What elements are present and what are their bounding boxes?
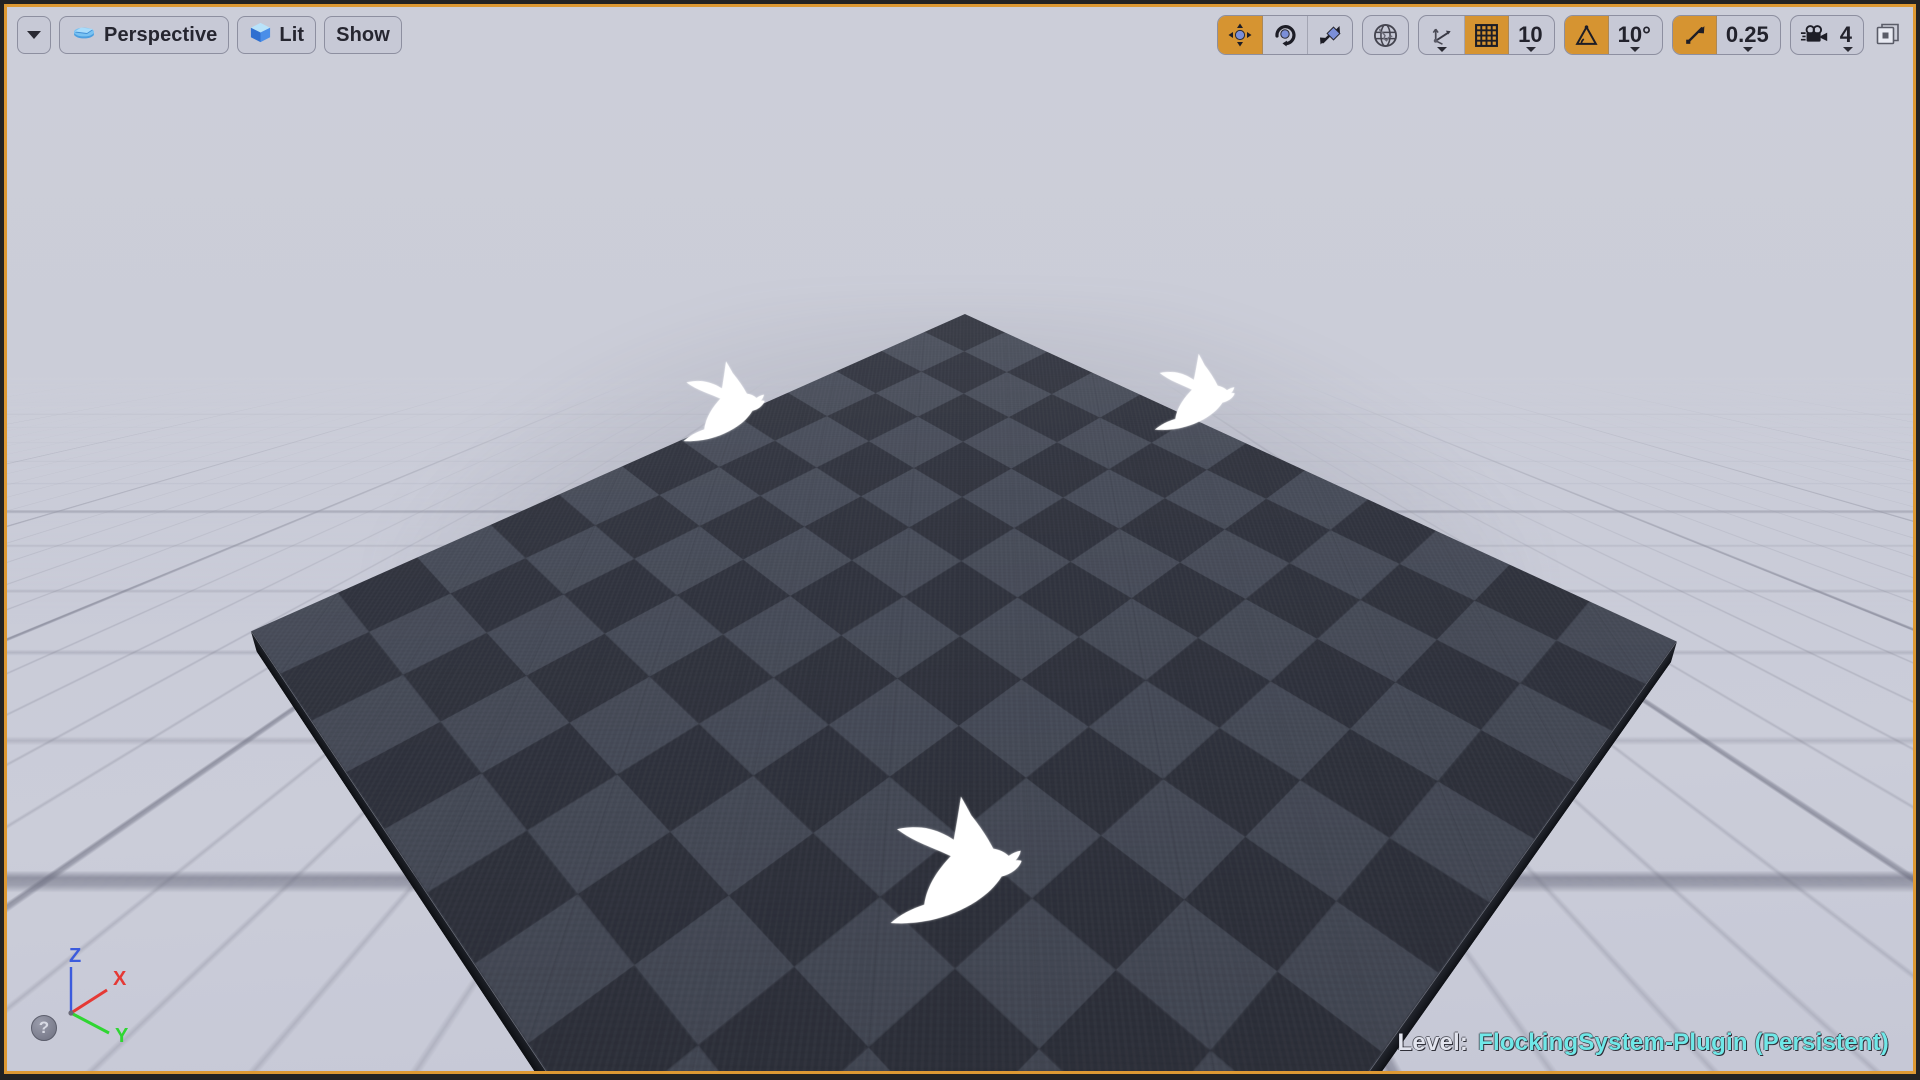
snapping-group: 10 <box>1418 15 1555 55</box>
surface-snap-icon <box>1432 28 1451 45</box>
rotation-snap-value: 10° <box>1617 22 1651 47</box>
rotation-snap-group: 10° <box>1563 15 1663 55</box>
maximize-viewport-button[interactable] <box>1873 20 1903 50</box>
x-axis-label: X <box>113 968 127 990</box>
translate-mode-button[interactable] <box>1218 16 1264 54</box>
lit-cube-icon <box>249 21 272 50</box>
ground-grid-major-lines <box>7 212 1913 369</box>
scale-snap-group: 0.25 <box>1671 15 1781 55</box>
dove-sprite-icon <box>1154 353 1235 430</box>
ground-grid <box>7 212 1913 1071</box>
bird-actor-2[interactable] <box>1143 346 1241 437</box>
rotate-gizmo-icon <box>1275 25 1296 47</box>
chevron-down-icon <box>1526 47 1537 52</box>
help-icon[interactable]: ? <box>31 1015 57 1041</box>
chevron-down-icon <box>1743 47 1754 52</box>
camera-mode-button[interactable]: Perspective <box>59 16 230 54</box>
rotation-snap-value-button[interactable]: 10° <box>1609 16 1662 54</box>
chevron-down-icon <box>1843 47 1853 52</box>
viewport-toolbar-right: 10 10° 0.25 4 <box>1217 15 1903 55</box>
checkered-floor-actor[interactable] <box>250 313 1678 1071</box>
grid-snap-toggle-button[interactable] <box>1465 16 1510 54</box>
show-menu-label: Show <box>336 23 390 46</box>
scale-snap-icon <box>1686 25 1705 44</box>
surface-snap-button[interactable] <box>1419 16 1466 54</box>
level-viewport[interactable]: Perspective Lit Show 10 10° 0.25 4 ? Z X… <box>4 4 1916 1074</box>
scale-gizmo-icon <box>1320 26 1341 45</box>
rotate-mode-button[interactable] <box>1263 16 1309 54</box>
scale-mode-button[interactable] <box>1308 16 1352 54</box>
floor-edge-front <box>250 631 945 1071</box>
show-menu-button[interactable]: Show <box>324 16 402 54</box>
grid-snap-icon <box>1475 23 1499 47</box>
camera-speed-value: 4 <box>1839 22 1852 47</box>
z-axis-label: Z <box>69 945 81 967</box>
rotation-snap-toggle-button[interactable] <box>1564 16 1609 54</box>
horizon-haze <box>7 7 1913 625</box>
chevron-down-icon <box>1630 47 1641 52</box>
dove-sprite-icon <box>890 796 1022 924</box>
x-axis-line <box>70 988 108 1015</box>
viewport-toolbar: Perspective Lit Show 10 10° 0.25 4 <box>7 7 1913 63</box>
view-mode-button[interactable]: Lit <box>237 16 317 54</box>
y-axis-label: Y <box>115 1025 129 1045</box>
grid-snap-value: 10 <box>1518 22 1543 47</box>
floor-edge-right <box>944 641 1677 1071</box>
scale-snap-value-button[interactable]: 0.25 <box>1717 16 1780 54</box>
scale-snap-toggle-button[interactable] <box>1672 16 1717 54</box>
viewport-options-menu-button[interactable] <box>17 16 51 54</box>
transform-mode-group <box>1217 15 1354 55</box>
move-gizmo-icon <box>1228 23 1252 47</box>
viewport-3d-scene[interactable] <box>7 7 1913 1071</box>
bird-actor-3[interactable] <box>869 783 1033 936</box>
floor-lighting-overlay <box>250 313 1678 1071</box>
editor-window: Perspective Lit Show 10 10° 0.25 4 ? Z X… <box>0 0 1920 1080</box>
y-axis-line <box>70 1011 110 1035</box>
ground-grid-minor-lines <box>7 212 1913 369</box>
camera-speed-group: 4 <box>1789 15 1864 55</box>
coordinate-system-group <box>1362 15 1410 55</box>
chevron-down-icon <box>27 31 41 39</box>
coordinate-system-button[interactable] <box>1363 16 1408 54</box>
viewport-toolbar-left: Perspective Lit Show <box>17 16 402 54</box>
camera-speed-button[interactable]: 4 <box>1791 16 1863 54</box>
maximize-restore-icon <box>1876 23 1899 45</box>
movie-camera-icon <box>1800 25 1827 42</box>
dove-sprite-icon <box>683 361 765 442</box>
view-mode-label: Lit <box>279 23 305 46</box>
camera-mode-label: Perspective <box>104 23 218 46</box>
bird-actor-1[interactable] <box>669 352 773 448</box>
grid-snap-value-button[interactable]: 10 <box>1509 16 1553 54</box>
chevron-down-icon <box>1436 47 1447 52</box>
axis-orientation-gizmo: Z X Y <box>41 945 151 1047</box>
world-globe-icon <box>1374 23 1398 47</box>
perspective-camera-icon <box>71 22 97 48</box>
floor-top-surface <box>250 313 1677 1071</box>
scale-snap-value: 0.25 <box>1725 22 1769 47</box>
floor-contact-shadow <box>380 299 1540 1059</box>
floor-stage <box>7 7 1913 1071</box>
angle-snap-icon <box>1575 24 1598 45</box>
